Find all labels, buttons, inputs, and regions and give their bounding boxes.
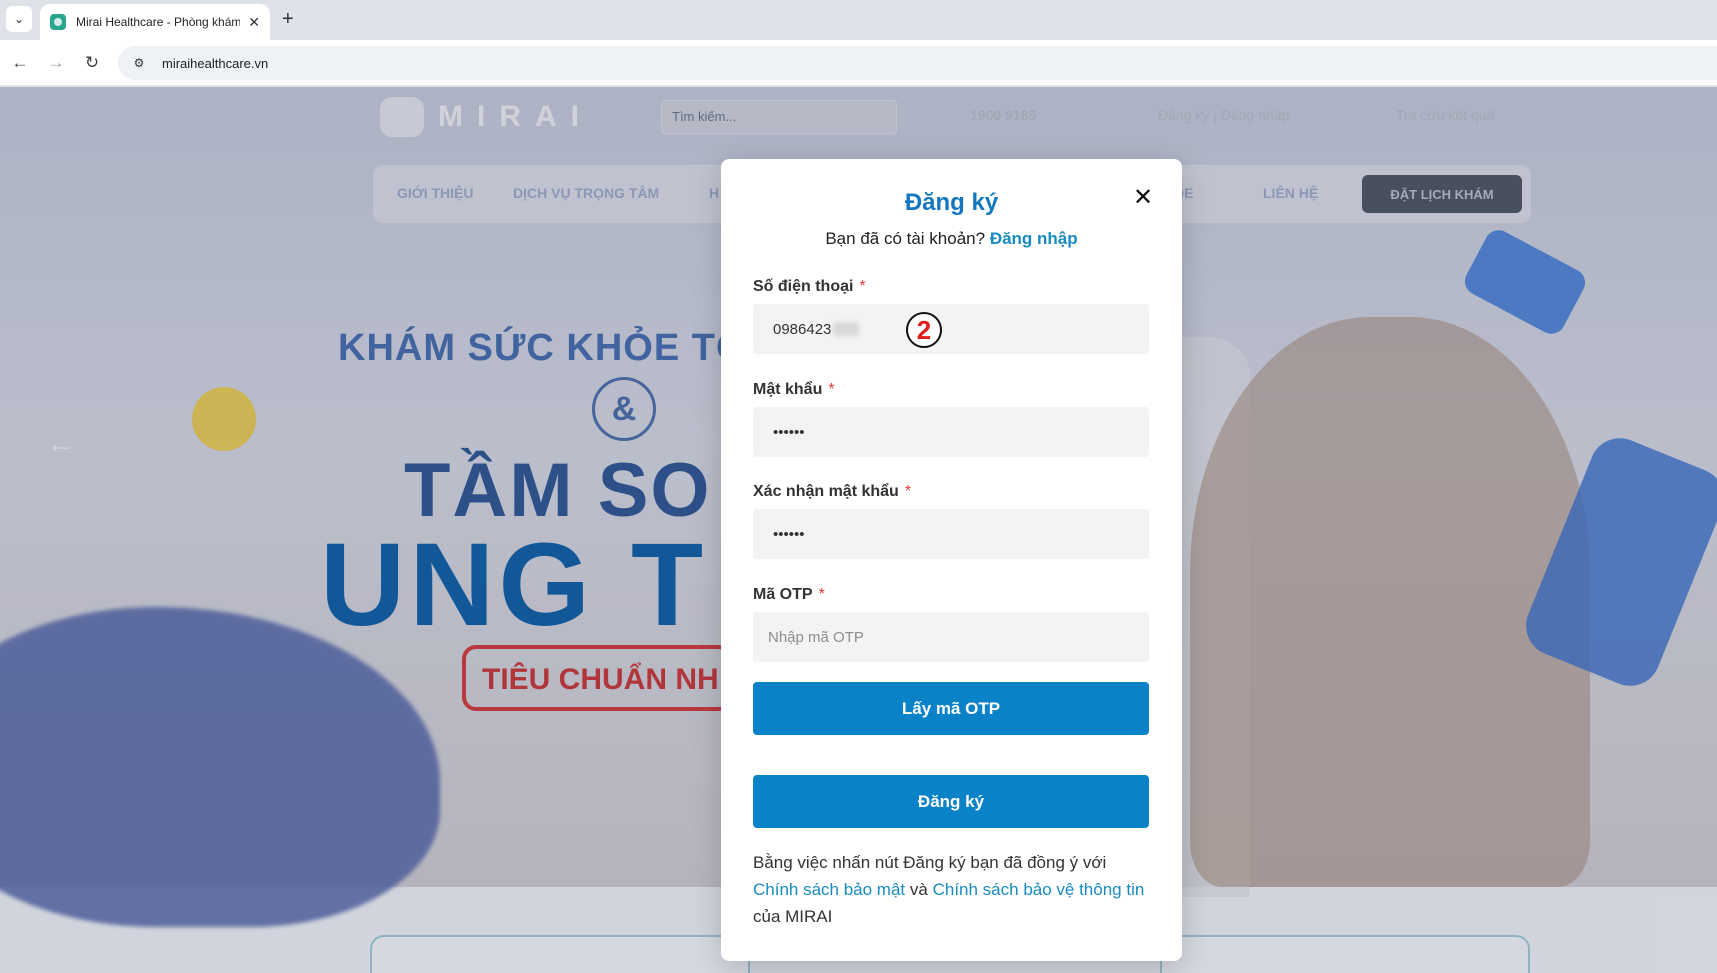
tab-close-icon[interactable]: ✕ [248, 14, 260, 31]
privacy-policy-link[interactable]: Chính sách bảo mật [753, 880, 905, 899]
close-icon[interactable]: ✕ [1130, 185, 1156, 211]
otp-placeholder: Nhập mã OTP [768, 628, 864, 646]
password-value: •••••• [773, 423, 805, 441]
phone-label: Số điện thoại * [753, 278, 866, 296]
terms-text: Bằng việc nhấn nút Đăng ký bạn đã đồng ý… [753, 849, 1153, 930]
forward-button[interactable]: → [44, 51, 68, 75]
otp-label: Mã OTP * [753, 586, 825, 604]
phone-input[interactable]: 0986423 2 [753, 304, 1149, 354]
modal-title: Đăng ký [904, 189, 999, 216]
browser-toolbar: ← → ↻ ⚙ miraihealthcare.vn [0, 40, 1717, 86]
register-button[interactable]: Đăng ký [753, 775, 1149, 828]
phone-label-text: Số điện thoại [753, 278, 854, 295]
password-label-text: Mật khẩu [753, 381, 823, 398]
have-account-text: Bạn đã có tài khoản? [825, 229, 986, 248]
confirm-label-text: Xác nhận mật khẩu [753, 483, 899, 500]
confirm-password-input[interactable]: •••••• [753, 509, 1149, 559]
otp-input[interactable]: Nhập mã OTP [753, 612, 1149, 662]
reload-button[interactable]: ↻ [80, 51, 104, 75]
step-marker: 2 [906, 312, 942, 348]
required-mark: * [859, 278, 866, 295]
info-protection-link[interactable]: Chính sách bảo vệ thông tin [933, 880, 1145, 899]
address-bar[interactable]: ⚙ miraihealthcare.vn [118, 46, 1717, 80]
login-link[interactable]: Đăng nhập [990, 229, 1078, 248]
required-mark: * [828, 381, 835, 398]
new-tab-button[interactable]: + [282, 8, 294, 30]
site-info-icon[interactable]: ⚙ [128, 52, 150, 74]
terms-and: và [909, 880, 928, 899]
terms-suffix: của MIRAI [753, 907, 833, 926]
url-text: miraihealthcare.vn [162, 55, 269, 71]
terms-prefix: Bằng việc nhấn nút Đăng ký bạn đã đồng ý… [753, 853, 1107, 872]
redacted-digits [833, 322, 860, 336]
browser-tab-strip: ⌄ Mirai Healthcare - Phòng khám ✕ + [0, 0, 1717, 40]
modal-subtitle: Bạn đã có tài khoản? Đăng nhập [721, 229, 1182, 249]
confirm-password-label: Xác nhận mật khẩu * [753, 483, 911, 501]
tab-title: Mirai Healthcare - Phòng khám [76, 15, 241, 29]
password-input[interactable]: •••••• [753, 407, 1149, 457]
password-label: Mật khẩu * [753, 381, 835, 399]
otp-label-text: Mã OTP [753, 586, 813, 603]
browser-tab[interactable]: Mirai Healthcare - Phòng khám ✕ [40, 4, 270, 40]
register-modal: Đăng ký ✕ Bạn đã có tài khoản? Đăng nhập… [721, 159, 1182, 961]
site-favicon-icon [50, 14, 66, 30]
confirm-password-value: •••••• [773, 525, 805, 543]
get-otp-button[interactable]: Lấy mã OTP [753, 682, 1149, 735]
required-mark: * [818, 586, 825, 603]
phone-value: 0986423 [773, 320, 832, 338]
required-mark: * [904, 483, 912, 500]
back-button[interactable]: ← [8, 51, 32, 75]
tab-search-button[interactable]: ⌄ [6, 6, 32, 32]
